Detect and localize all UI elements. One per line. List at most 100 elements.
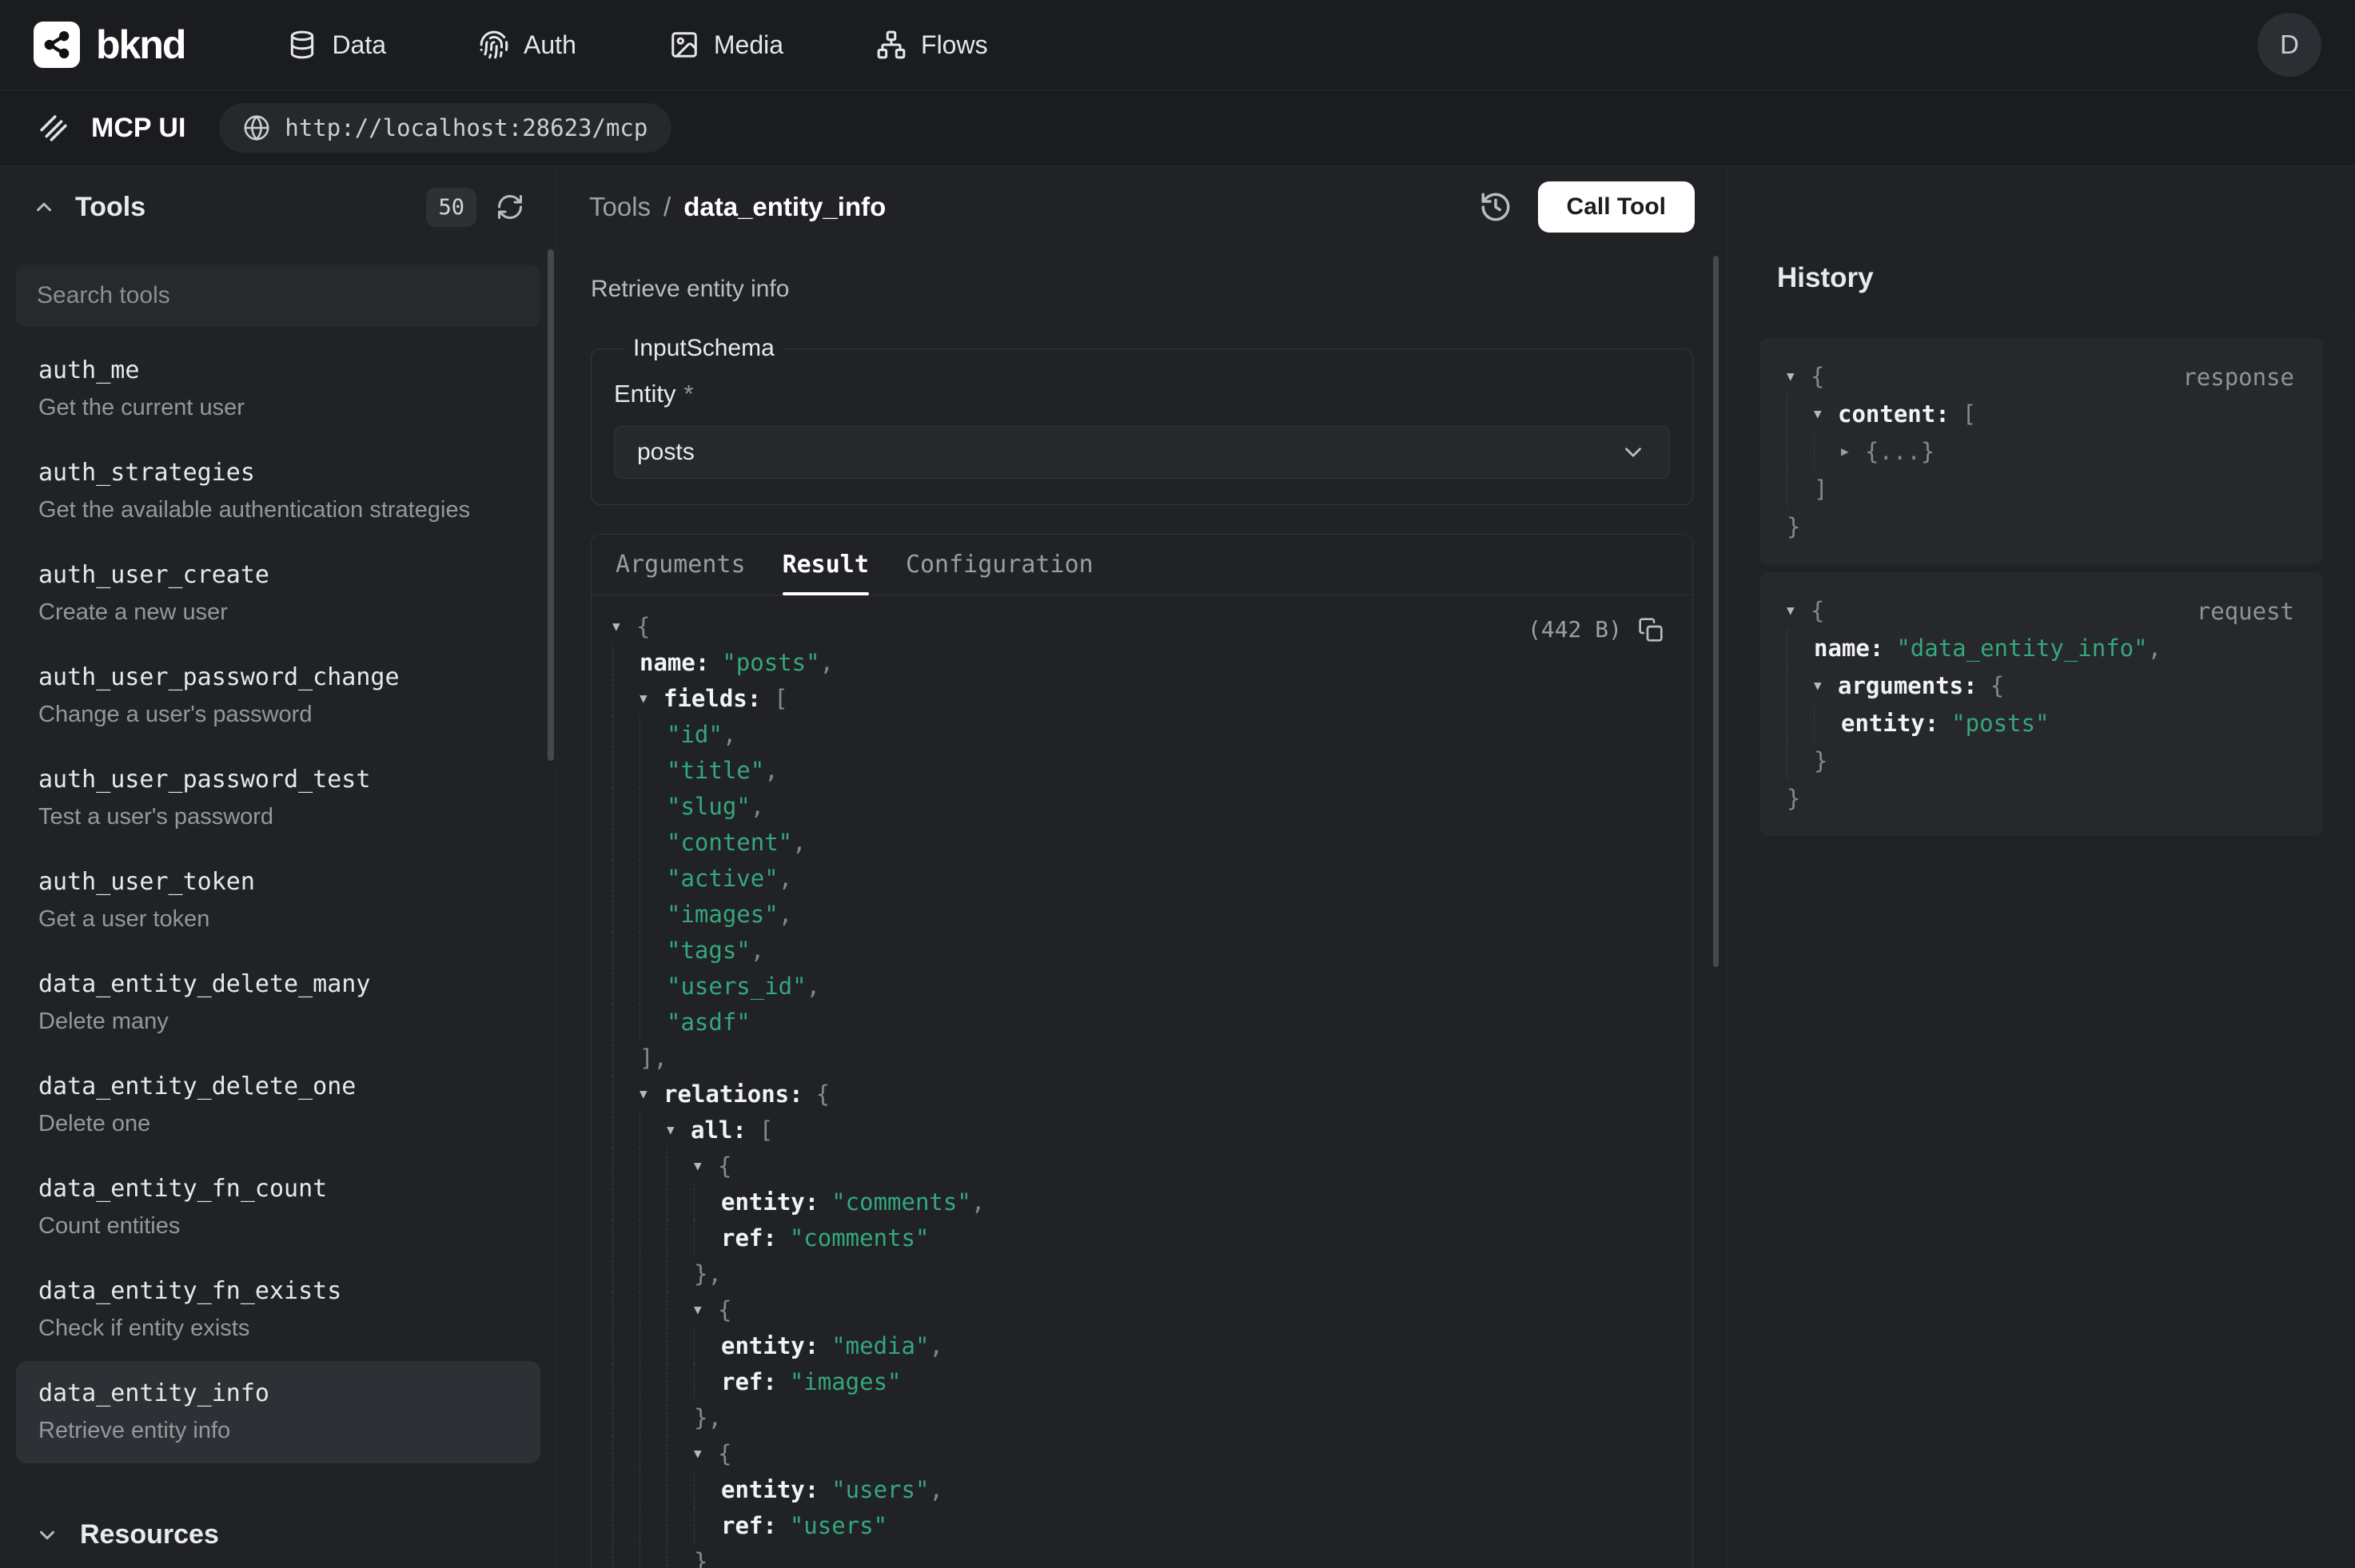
tree-expanded-icon[interactable]: ▼ xyxy=(1787,603,1811,618)
resources-section-header[interactable]: Resources xyxy=(0,1501,556,1568)
mcp-bar: MCP UI http://localhost:28623/mcp xyxy=(0,90,2355,166)
tree-expanded-icon[interactable]: ▼ xyxy=(694,1302,718,1317)
json-punctuation: { xyxy=(1811,363,1824,390)
tree-expanded-icon[interactable]: ▼ xyxy=(1787,368,1811,384)
input-schema-fieldset: InputSchema Entity* posts xyxy=(591,335,1693,505)
tool-description: Retrieve entity info xyxy=(591,276,1693,303)
json-string-value: "data_entity_info" xyxy=(1896,635,2147,662)
indent-guide xyxy=(694,1507,721,1543)
indent-guide xyxy=(640,1256,667,1291)
history-entry-response[interactable]: response▼{▼content:[▶{...}]} xyxy=(1759,338,2323,564)
json-punctuation: , xyxy=(723,721,736,748)
tab-result[interactable]: Result xyxy=(783,535,869,595)
indent-guide xyxy=(640,1507,667,1543)
tab-configuration[interactable]: Configuration xyxy=(906,535,1094,595)
nav-item-label: Flows xyxy=(921,30,988,60)
sidebar-scrollbar[interactable] xyxy=(548,249,554,761)
mcp-url-pill[interactable]: http://localhost:28623/mcp xyxy=(219,103,671,153)
tool-list-item-auth_user_create[interactable]: auth_user_createCreate a new user xyxy=(16,543,540,645)
json-line: "active", xyxy=(612,860,1668,896)
indent-guide xyxy=(612,1507,640,1543)
indent-guide xyxy=(1814,432,1841,470)
tools-section-title: Tools xyxy=(75,192,145,223)
json-line: "title", xyxy=(612,752,1668,788)
indent-guide xyxy=(612,644,640,680)
json-line: "content", xyxy=(612,824,1668,860)
indent-guide xyxy=(612,1435,640,1471)
json-key: ref: xyxy=(721,1368,777,1395)
json-key: entity: xyxy=(721,1188,819,1216)
tree-expanded-icon[interactable]: ▼ xyxy=(694,1446,718,1461)
tool-list-item-auth_user_token[interactable]: auth_user_tokenGet a user token xyxy=(16,850,540,952)
history-entry-request[interactable]: request▼{name:"data_entity_info",▼argume… xyxy=(1759,572,2323,836)
nav-item-label: Data xyxy=(332,30,386,60)
tree-expanded-icon[interactable]: ▼ xyxy=(1814,678,1838,693)
tree-collapsed-icon[interactable]: ▶ xyxy=(1841,444,1865,459)
json-punctuation: } xyxy=(694,1548,707,1568)
tool-list-item-auth_strategies[interactable]: auth_strategiesGet the available authent… xyxy=(16,440,540,543)
indent-guide xyxy=(612,1363,640,1399)
brand-logo[interactable]: bknd xyxy=(34,22,185,68)
tree-expanded-icon[interactable]: ▼ xyxy=(667,1122,691,1137)
tool-list-item-auth_me[interactable]: auth_meGet the current user xyxy=(16,338,540,440)
search-input[interactable] xyxy=(37,282,520,309)
indent-guide xyxy=(640,1220,667,1256)
resources-section-title: Resources xyxy=(80,1519,219,1550)
tool-list-item-auth_user_password_test[interactable]: auth_user_password_testTest a user's pas… xyxy=(16,747,540,850)
tool-list-item-auth_user_password_change[interactable]: auth_user_password_changeChange a user's… xyxy=(16,645,540,747)
tools-section-header[interactable]: Tools 50 xyxy=(0,166,556,249)
indent-guide xyxy=(640,1471,667,1507)
entity-select[interactable]: posts xyxy=(614,426,1670,479)
json-string-value: "users" xyxy=(790,1512,887,1539)
main-scrollbar[interactable] xyxy=(1713,256,1719,967)
indent-guide xyxy=(612,1184,640,1220)
indent-guide xyxy=(612,1148,640,1184)
json-key: relations: xyxy=(663,1080,803,1108)
nav-item-auth[interactable]: Auth xyxy=(479,30,576,60)
json-punctuation: , xyxy=(807,973,820,1000)
history-icon[interactable] xyxy=(1479,190,1512,224)
indent-guide xyxy=(612,1471,640,1507)
json-key: content: xyxy=(1838,400,1950,428)
tool-list-item-data_entity_fn_count[interactable]: data_entity_fn_countCount entities xyxy=(16,1156,540,1259)
tool-name: data_entity_delete_many xyxy=(38,968,518,1001)
avatar[interactable]: D xyxy=(2257,13,2321,77)
indent-guide xyxy=(612,1543,640,1568)
breadcrumb-root[interactable]: Tools xyxy=(589,192,651,222)
indent-guide xyxy=(612,968,640,1004)
indent-guide xyxy=(640,752,667,788)
nav-item-data[interactable]: Data xyxy=(287,30,386,60)
call-tool-button[interactable]: Call Tool xyxy=(1538,181,1695,233)
indent-guide xyxy=(612,1399,640,1435)
tree-expanded-icon[interactable]: ▼ xyxy=(1814,406,1838,421)
tree-expanded-icon[interactable]: ▼ xyxy=(612,619,636,634)
refresh-icon[interactable] xyxy=(496,193,524,221)
tree-expanded-icon[interactable]: ▼ xyxy=(640,1086,663,1101)
json-punctuation: , xyxy=(779,901,792,928)
tab-arguments[interactable]: Arguments xyxy=(616,535,746,595)
tree-expanded-icon[interactable]: ▼ xyxy=(640,690,663,706)
json-punctuation: , xyxy=(971,1188,985,1216)
json-line: "users_id", xyxy=(612,968,1668,1004)
indent-guide xyxy=(640,896,667,932)
indent-guide xyxy=(640,1291,667,1327)
tool-list-item-data_entity_fn_exists[interactable]: data_entity_fn_existsCheck if entity exi… xyxy=(16,1259,540,1361)
indent-guide xyxy=(694,1363,721,1399)
tool-list-item-data_entity_delete_one[interactable]: data_entity_delete_oneDelete one xyxy=(16,1054,540,1156)
nav-item-flows[interactable]: Flows xyxy=(876,30,988,60)
chevron-up-icon[interactable] xyxy=(32,195,56,219)
indent-guide xyxy=(612,1004,640,1040)
json-key: fields: xyxy=(663,685,761,712)
tool-list-item-data_entity_info[interactable]: data_entity_infoRetrieve entity info xyxy=(16,1361,540,1463)
input-schema-legend: InputSchema xyxy=(624,335,784,362)
json-line: ], xyxy=(612,1040,1668,1076)
json-key: ref: xyxy=(721,1224,777,1252)
chevron-down-icon[interactable] xyxy=(35,1523,59,1547)
copy-icon[interactable] xyxy=(1638,617,1664,643)
nav-item-media[interactable]: Media xyxy=(669,30,783,60)
json-line: ▼relations:{ xyxy=(612,1076,1668,1112)
tool-name: auth_user_token xyxy=(38,866,518,899)
json-punctuation: , xyxy=(764,757,778,784)
tool-list-item-data_entity_delete_many[interactable]: data_entity_delete_manyDelete many xyxy=(16,952,540,1054)
tree-expanded-icon[interactable]: ▼ xyxy=(694,1158,718,1173)
